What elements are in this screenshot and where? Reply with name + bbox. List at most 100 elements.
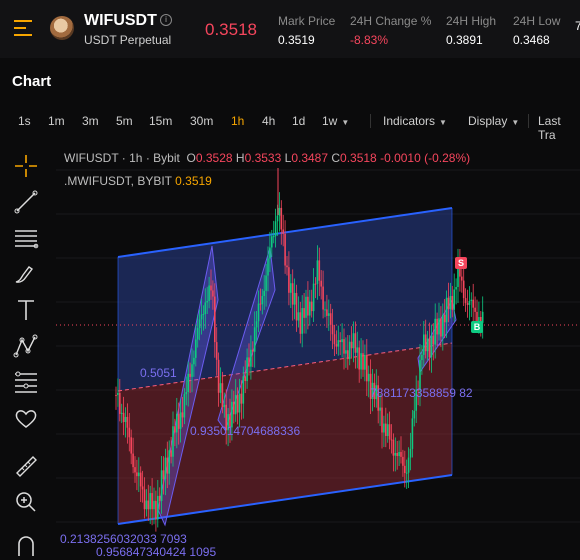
indicators-button[interactable]: Indicators ▼ [383, 114, 447, 128]
last-traded-button[interactable]: Last Tra [538, 114, 580, 142]
candle-body [195, 339, 197, 358]
fib-label: 0.2138256032033 7093 [60, 532, 187, 546]
candle-body [208, 285, 210, 302]
candle-body [290, 283, 292, 293]
candle-body [189, 373, 191, 377]
candle-body [464, 298, 467, 304]
clipped-stat: 7 [575, 14, 580, 33]
candle-body [261, 296, 264, 305]
candle-body [124, 416, 127, 423]
candle-body [394, 452, 397, 456]
candle-body [470, 299, 473, 302]
legend-interval: 1h [129, 151, 143, 165]
candle-body [312, 283, 315, 312]
candle-body [276, 215, 279, 222]
stat-value: 7 [575, 19, 580, 33]
candle-body [402, 456, 404, 466]
ohlc-legend: WIFUSDT · 1h · Bybit O0.3528 H0.3533 L0.… [64, 151, 471, 165]
candle-body [472, 299, 474, 308]
candle-body [314, 283, 317, 285]
candle-body [238, 393, 241, 413]
candle-body [356, 347, 359, 353]
candle-body [250, 349, 252, 367]
candle-body [396, 452, 398, 457]
top-bar: WIFUSDT i USDT Perpetual 0.3518 Mark Pri… [0, 0, 580, 58]
change-stat: 24H Change % -8.83% [350, 14, 431, 47]
candle-body [424, 334, 427, 352]
timeframe-1d[interactable]: 1d [292, 114, 305, 128]
candle-body [383, 423, 385, 433]
candle-body [310, 301, 313, 312]
candle-body [271, 236, 273, 248]
timeframe-4h[interactable]: 4h [262, 114, 275, 128]
candle-body [234, 394, 237, 415]
candle-body [379, 407, 381, 411]
info-icon[interactable]: i [160, 14, 172, 26]
candle-body [130, 437, 132, 454]
candle-body [117, 392, 119, 396]
legend-change: -0.0010 (-0.28%) [380, 151, 471, 165]
candle-body [360, 353, 362, 370]
menu-icon[interactable] [14, 20, 32, 36]
candle-body [280, 207, 283, 230]
candle-body [126, 416, 129, 428]
candle-body [240, 393, 243, 404]
timeframe-1h[interactable]: 1h [231, 114, 244, 128]
candle-body [128, 427, 131, 438]
candle-body [293, 292, 296, 305]
candle-body [215, 342, 218, 360]
candle-body [153, 500, 155, 510]
candle-body [354, 333, 357, 353]
low-stat: 24H Low 0.3468 [513, 14, 560, 47]
chevron-down-icon: ▼ [511, 118, 520, 127]
stat-label: 24H High [446, 14, 497, 28]
timeframe-5m[interactable]: 5m [116, 114, 133, 128]
timeframe-15m[interactable]: 15m [149, 114, 172, 128]
candle-body [143, 489, 146, 510]
candle-body [257, 303, 260, 322]
candle-body [223, 404, 226, 408]
candle-body [183, 394, 186, 418]
display-button[interactable]: Display ▼ [468, 114, 519, 128]
timeframe-3m[interactable]: 3m [82, 114, 99, 128]
candle-body [442, 314, 444, 337]
legend-exchange: Bybit [153, 151, 180, 165]
candle-body [445, 297, 448, 323]
timeframe-1w[interactable]: 1w ▼ [322, 114, 349, 128]
timeframe-1s[interactable]: 1s [18, 114, 31, 128]
high-stat: 24H High 0.3891 [446, 14, 496, 47]
candle-body [407, 457, 410, 473]
candle-body [221, 383, 224, 408]
candle-body [193, 357, 195, 365]
candle-body [468, 301, 471, 305]
candle-body [316, 260, 319, 284]
candle-body [166, 457, 169, 474]
candle-body [348, 341, 351, 360]
candle-body [331, 324, 334, 335]
candle-body [246, 357, 248, 382]
candle-body [411, 418, 414, 449]
candle-body [164, 457, 167, 480]
candle-body [339, 340, 341, 343]
stat-value: 0.3891 [446, 33, 483, 47]
candle-body [392, 439, 395, 456]
stat-value: -8.83% [350, 33, 389, 47]
candle-body [326, 309, 328, 316]
candle-body [162, 470, 165, 480]
candle-body [449, 296, 452, 310]
candle-body [179, 412, 182, 429]
candle-body [282, 229, 284, 234]
price-chart[interactable] [0, 140, 580, 560]
candle-body [345, 350, 347, 354]
candle-body [174, 426, 176, 433]
symbol-title[interactable]: WIFUSDT [84, 12, 157, 30]
timeframe-1m[interactable]: 1m [48, 114, 65, 128]
sell-signal-badge[interactable]: S [455, 257, 467, 269]
candle-body [242, 376, 245, 404]
candle-body [430, 335, 433, 358]
buy-signal-badge[interactable]: B [471, 321, 483, 333]
candle-body [119, 392, 121, 414]
candle-body [212, 290, 214, 297]
timeframe-30m[interactable]: 30m [190, 114, 213, 128]
candle-body [158, 495, 161, 501]
